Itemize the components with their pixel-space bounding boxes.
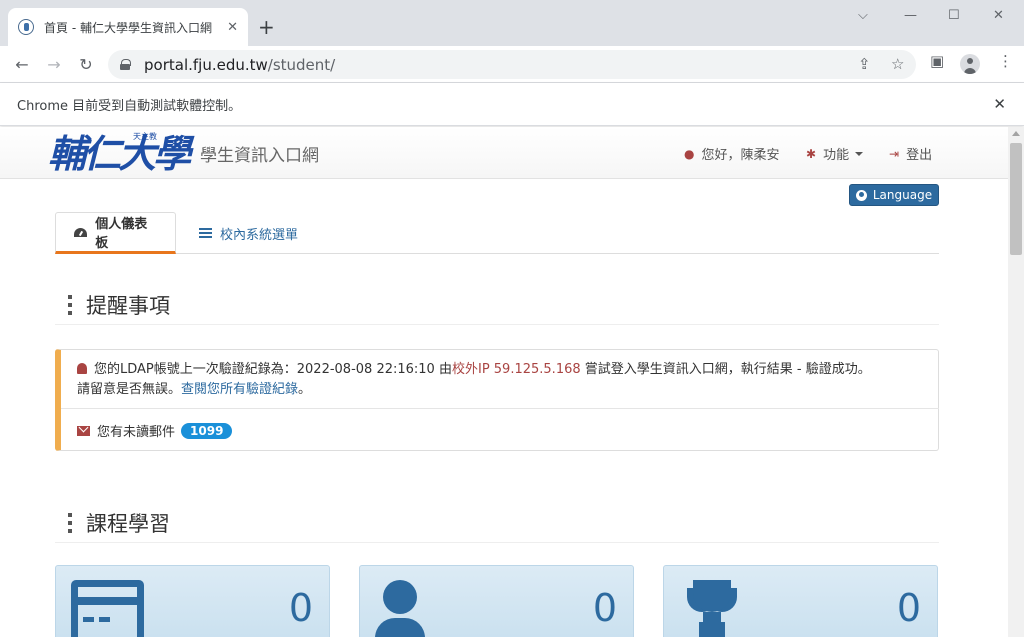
scroll-up-arrow-icon[interactable] — [1012, 131, 1020, 136]
greeting-text: 您好，陳柔安 — [701, 148, 780, 163]
automation-infobar: Chrome 目前受到自動測試軟體控制。 ✕ — [0, 83, 1024, 126]
url-text: portal.fju.edu.tw/student/ — [144, 55, 336, 74]
reminders-title: 提醒事項 — [86, 293, 170, 318]
scrollbar-thumb[interactable] — [1010, 143, 1022, 255]
dashboard-icon — [74, 227, 88, 237]
browser-tab[interactable]: 首頁 - 輔仁大學學生資訊入口網 ✕ — [8, 8, 248, 46]
stat-value: 0 — [592, 586, 617, 630]
sign-out-icon: ⇥ — [889, 146, 900, 161]
notice-divider — [61, 408, 939, 409]
profile-avatar-icon[interactable] — [960, 54, 980, 74]
logout-link[interactable]: ⇥ 登出 — [889, 144, 933, 164]
forward-icon[interactable]: → — [42, 52, 66, 76]
side-panel-icon[interactable]: ▣ — [930, 52, 944, 70]
fju-favicon-icon — [18, 19, 34, 35]
course-title: 課程學習 — [86, 511, 170, 536]
login-notice: 您的LDAP帳號上一次驗證紀錄為：2022-08-08 22:16:10 由校外… — [77, 362, 871, 397]
infobar-text: Chrome 目前受到自動測試軟體控制。 — [17, 98, 242, 114]
user-greeting[interactable]: ● 您好，陳柔安 — [684, 144, 780, 164]
mail-notice[interactable]: 您有未讀郵件 1099 — [77, 421, 233, 440]
bell-icon — [77, 363, 87, 374]
user-icon: ● — [684, 146, 695, 161]
vertical-dots-icon — [68, 512, 72, 533]
credit-card-icon — [71, 580, 144, 637]
tab-search-icon[interactable]: ⌵ — [858, 8, 868, 23]
stat-card-users[interactable]: 0 — [359, 565, 634, 637]
browser-tabstrip: 首頁 - 輔仁大學學生資訊入口網 ✕ + ⌵ — ☐ ✕ — [0, 0, 1024, 46]
menu-kebab-icon[interactable]: ⋮ — [998, 52, 1013, 70]
address-bar[interactable]: portal.fju.edu.tw/student/ ⇪ ☆ — [108, 50, 916, 79]
stat-value: 0 — [896, 586, 921, 630]
tab-title: 首頁 - 輔仁大學學生資訊入口網 — [44, 20, 212, 35]
browser-toolbar: ← → ↻ portal.fju.edu.tw/student/ ⇪ ☆ ▣ ⋮ — [0, 46, 1024, 83]
globe-icon — [855, 189, 867, 201]
caret-down-icon — [855, 151, 864, 156]
new-tab-icon[interactable]: + — [258, 16, 275, 38]
tab-label: 個人儀表板 — [95, 217, 148, 251]
tab-campus-systems[interactable]: 校內系統選單 — [181, 212, 316, 254]
list-icon — [199, 228, 212, 238]
infobar-close-icon[interactable]: ✕ — [993, 95, 1006, 113]
share-icon[interactable]: ⇪ — [858, 55, 871, 73]
stat-card-credits[interactable]: 0 — [55, 565, 330, 637]
stat-value: 0 — [288, 586, 313, 630]
minimize-icon[interactable]: — — [904, 8, 917, 23]
reminder-panel: 您的LDAP帳號上一次驗證紀錄為：2022-08-08 22:16:10 由校外… — [55, 349, 939, 451]
reminders-heading: 提醒事項 — [55, 285, 939, 325]
tab-label: 校內系統選單 — [220, 227, 299, 243]
logout-label: 登出 — [906, 148, 933, 163]
back-icon[interactable]: ← — [10, 52, 34, 76]
reload-icon[interactable]: ↻ — [74, 52, 98, 76]
login-location: 校外 — [451, 362, 478, 377]
bookmark-star-icon[interactable]: ☆ — [891, 55, 904, 73]
functions-dropdown[interactable]: ✱ 功能 — [806, 144, 864, 163]
user-icon — [375, 580, 425, 637]
logo-small-text: 天主教 — [133, 132, 157, 141]
envelope-icon — [77, 425, 90, 436]
tab-close-icon[interactable]: ✕ — [227, 20, 238, 35]
fju-logo[interactable]: 輔仁大學 — [48, 129, 191, 179]
window-close-icon[interactable]: ✕ — [993, 8, 1004, 23]
trophy-icon — [681, 580, 743, 637]
gear-icon: ✱ — [806, 146, 817, 161]
dashboard-tabs: 個人儀表板 校內系統選單 — [55, 212, 939, 254]
mail-notice-text: 您有未讀郵件 — [97, 425, 176, 440]
maximize-icon[interactable]: ☐ — [948, 8, 960, 23]
page-viewport: 輔仁大學 天主教 學生資訊入口網 ● 您好，陳柔安 ✱ 功能 ⇥ 登出 Lang… — [0, 127, 1008, 637]
functions-label: 功能 — [823, 148, 850, 163]
course-heading: 課程學習 — [55, 503, 939, 543]
language-label: Language — [872, 188, 933, 202]
tab-personal-dashboard[interactable]: 個人儀表板 — [55, 212, 176, 254]
login-ip: IP 59.125.5.168 — [477, 362, 581, 377]
stat-card-awards[interactable]: 0 — [663, 565, 938, 637]
view-login-records-link[interactable]: 查閱您所有驗證紀錄 — [181, 382, 298, 397]
vertical-dots-icon — [68, 294, 72, 315]
language-button[interactable]: Language — [849, 184, 939, 206]
site-header: 輔仁大學 天主教 學生資訊入口網 ● 您好，陳柔安 ✱ 功能 ⇥ 登出 — [0, 127, 1008, 179]
site-title: 學生資訊入口網 — [200, 146, 319, 166]
unread-mail-badge: 1099 — [181, 422, 233, 439]
lock-icon[interactable] — [120, 59, 131, 70]
